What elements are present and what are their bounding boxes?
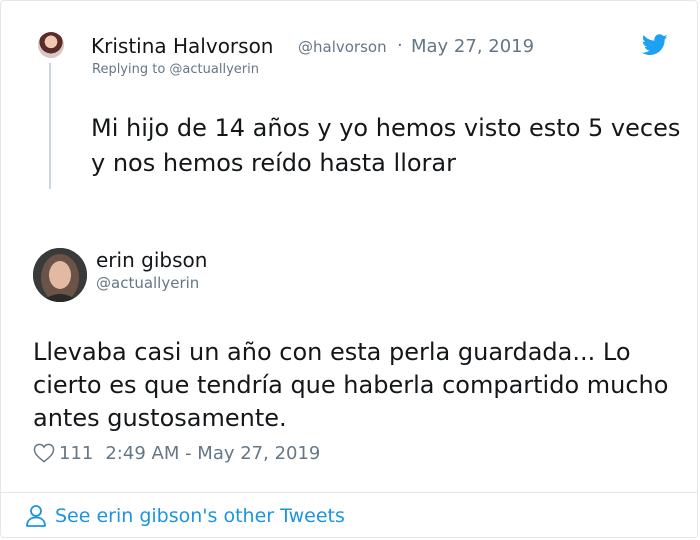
tweet-text: Llevaba casi un año con esta perla guard… — [33, 338, 669, 432]
parent-author-name[interactable]: Kristina Halvorson — [91, 34, 273, 58]
user-avatar-icon — [33, 248, 87, 302]
tweet-timestamp[interactable]: 2:49 AM - May 27, 2019 — [105, 443, 320, 464]
like-count[interactable]: 111 — [59, 443, 93, 464]
author-name[interactable]: erin gibson — [96, 248, 207, 272]
parent-tweet-text: Mi hijo de 14 años y yo hemos visto esto… — [91, 114, 681, 177]
replying-to-label[interactable]: Replying to @actuallyerin — [92, 62, 259, 77]
thread-line — [49, 63, 51, 189]
parent-author-handle[interactable]: @halvorson — [298, 38, 387, 56]
divider — [1, 492, 697, 493]
tweet-meta: 111 2:49 AM - May 27, 2019 — [33, 441, 320, 465]
see-other-tweets-link[interactable]: See erin gibson's other Tweets — [25, 504, 345, 528]
author-handle[interactable]: @actuallyerin — [96, 274, 199, 292]
see-other-tweets-label[interactable]: See erin gibson's other Tweets — [55, 505, 345, 527]
kristina-avatar[interactable] — [38, 32, 64, 58]
separator-dot: · — [397, 35, 403, 56]
heart-icon[interactable] — [33, 443, 55, 463]
person-icon — [26, 505, 46, 527]
tweet-embed-card: Kristina Halvorson @halvorson · May 27, … — [0, 0, 698, 538]
erin-avatar[interactable] — [33, 248, 87, 302]
twitter-bird-icon[interactable] — [642, 34, 668, 56]
parent-tweet-date[interactable]: May 27, 2019 — [411, 36, 534, 57]
